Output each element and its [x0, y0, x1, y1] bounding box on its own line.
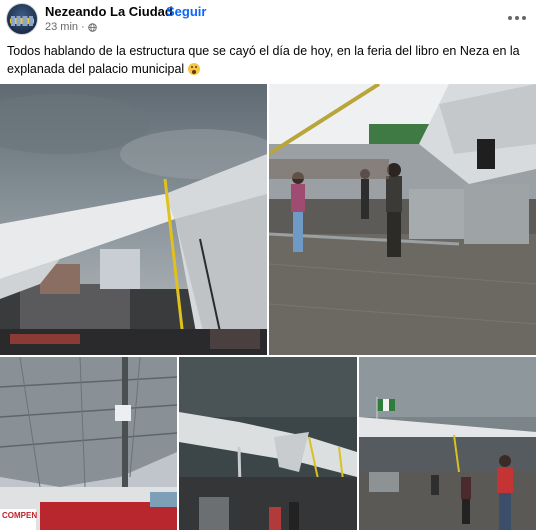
- post-meta: 23 min ·: [45, 21, 97, 33]
- post-photo-2[interactable]: [269, 84, 536, 355]
- post-photo-3[interactable]: COMPEN: [0, 357, 177, 530]
- globe-icon[interactable]: [87, 22, 97, 32]
- surprised-emoji-icon: [187, 63, 200, 75]
- follow-button[interactable]: Seguir: [166, 4, 206, 19]
- post-photo-5[interactable]: [359, 357, 536, 530]
- tent-interior-scene: [0, 357, 177, 530]
- meta-separator: ·: [81, 21, 85, 33]
- collapsed-tent-scene: [0, 84, 267, 355]
- post-header: Nezeando La Ciudad · Seguir 23 min ·: [0, 0, 536, 40]
- fallen-structure-plaza-scene: [269, 84, 536, 355]
- plaza-people-scene: [359, 357, 536, 530]
- post-photo-1[interactable]: [0, 84, 267, 355]
- photo-3-banner-text: COMPEN: [2, 511, 38, 520]
- post-text-body: Todos hablando de la estructura que se c…: [7, 44, 520, 76]
- timestamp-link[interactable]: 23 min: [45, 21, 78, 33]
- collapsed-tent-dark-sky-scene: [179, 357, 357, 530]
- more-options-icon[interactable]: [503, 6, 531, 30]
- page-name-link[interactable]: Nezeando La Ciudad: [45, 4, 173, 19]
- post-text: Todos hablando de la estructura que se c…: [7, 42, 527, 78]
- post-photo-4[interactable]: [179, 357, 357, 530]
- name-separator: ·: [157, 4, 162, 19]
- page-avatar[interactable]: [6, 3, 38, 35]
